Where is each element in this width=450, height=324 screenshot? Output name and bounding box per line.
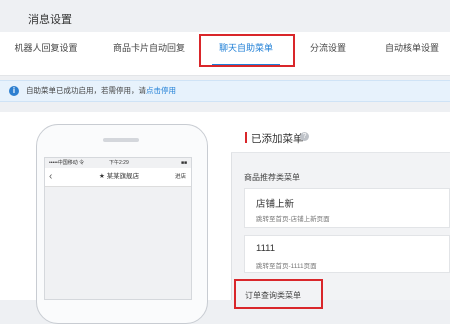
chevron-left-icon[interactable]: ‹ — [49, 168, 52, 186]
tab-label: 聊天自助菜单 — [218, 43, 273, 53]
menu-item-subtitle: 跳转至首页-1111页面 — [256, 263, 317, 270]
info-icon: i — [9, 86, 19, 96]
tab-chat-self-service-menu[interactable]: 聊天自助菜单 — [212, 32, 280, 75]
info-text: 自助菜单已成功启用，若需停用，请 — [26, 86, 146, 95]
category-title: 商品推荐类菜单 — [244, 173, 300, 182]
status-bar: •••••中国移动 令 下午2:29 ■■ — [45, 158, 191, 168]
battery-icon: ■■ — [180, 160, 187, 166]
tab-bar: 机器人回复设置 商品卡片自动回复 聊天自助菜单 分流设置 自动核单设置 — [0, 32, 450, 76]
tab-routing-settings[interactable]: 分流设置 — [306, 32, 350, 75]
info-message: 自助菜单已成功启用，若需停用，请点击停用 — [26, 81, 176, 101]
menu-item-title: 1111 — [256, 243, 276, 254]
phone-screen: •••••中国移动 令 下午2:29 ■■ ‹ ★ 某某旗舰店 进店 — [44, 157, 192, 300]
menu-item-title: 店铺上新 — [256, 199, 295, 210]
menu-item-card[interactable]: 店铺上新 跳转至首页-店铺上新页面 — [244, 188, 450, 228]
disable-link[interactable]: 点击停用 — [146, 86, 176, 95]
category-title: 订单查询类菜单 — [245, 291, 301, 300]
tab-auto-order-check[interactable]: 自动核单设置 — [382, 32, 442, 75]
menu-item-subtitle: 跳转至首页-店铺上新页面 — [256, 216, 330, 223]
status-time: 下午2:29 — [109, 160, 129, 166]
phone-speaker — [103, 138, 139, 142]
menu-item-card[interactable]: 1111 跳转至首页-1111页面 — [244, 235, 450, 273]
info-bar: i 自助菜单已成功启用，若需停用，请点击停用 — [0, 80, 450, 102]
chat-header: ‹ ★ 某某旗舰店 进店 — [45, 168, 191, 187]
help-icon[interactable]: ? — [300, 132, 309, 141]
shop-name: ★ 某某旗舰店 — [99, 173, 140, 180]
carrier-label: •••••中国移动 令 — [49, 160, 85, 166]
enter-shop-link[interactable]: 进店 — [175, 168, 186, 186]
active-tab-underline — [212, 64, 280, 66]
tab-robot-reply[interactable]: 机器人回复设置 — [12, 32, 80, 75]
tab-product-card-reply[interactable]: 商品卡片自动回复 — [112, 32, 186, 75]
page-title: 消息设置 — [28, 14, 72, 26]
panel-title: 已添加菜单 — [251, 133, 304, 145]
title-accent-bar — [245, 132, 247, 143]
